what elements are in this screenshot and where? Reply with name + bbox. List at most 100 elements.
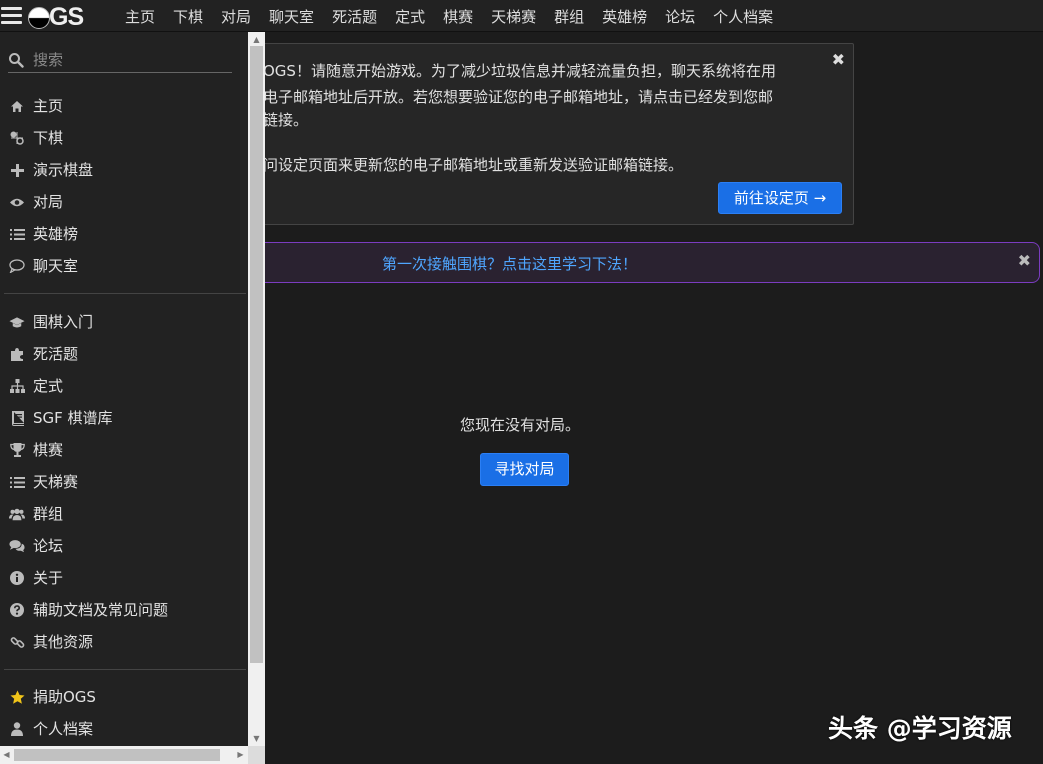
nav-link-puzzles[interactable]: 死活题: [332, 6, 377, 27]
sidebar-item-label: 其他资源: [33, 633, 94, 651]
learn-to-play-banner: 第一次接触围棋？点击这里学习下法！ ✖: [247, 242, 1040, 283]
question-icon: [9, 602, 25, 618]
comments-icon: [9, 538, 25, 554]
sidebar-item-label: 棋赛: [33, 441, 64, 459]
sidebar-item-label: 论坛: [33, 537, 64, 555]
eye-icon: [9, 194, 25, 210]
nav-links: 主页 下棋 对局 聊天室 死活题 定式 棋赛 天梯赛 群组 英雄榜 论坛 个人档…: [116, 0, 782, 32]
no-games-message: 您现在没有对局。: [460, 416, 581, 434]
announcement-line: 到OGS！请随意开始游戏。为了减少垃圾信息并减轻流量负担，聊天系统将在用: [248, 62, 776, 80]
sidebar-item-groups[interactable]: 群组: [0, 498, 248, 528]
sidebar-divider: [4, 293, 246, 294]
list-icon: [9, 226, 25, 242]
sidebar-item-about[interactable]: 关于: [0, 562, 248, 592]
search-icon: [9, 53, 24, 68]
graduation-cap-icon: [9, 314, 25, 330]
users-icon: [9, 506, 25, 522]
sidebar-item-learn-go[interactable]: 围棋入门: [0, 306, 248, 336]
nav-link-leaderboard[interactable]: 英雄榜: [602, 6, 647, 27]
plus-icon: [9, 162, 25, 178]
sidebar-item-label: 围棋入门: [33, 313, 94, 331]
sidebar-item-label: 对局: [33, 193, 64, 211]
scroll-right-arrow-icon[interactable]: ▶: [236, 750, 245, 759]
sidebar-item-label: 聊天室: [33, 257, 79, 275]
scroll-up-arrow-icon[interactable]: ▲: [252, 35, 261, 44]
email-verification-announcement: 到OGS！请随意开始游戏。为了减少垃圾信息并减轻流量负担，聊天系统将在用 证电子…: [247, 43, 854, 225]
nav-link-tournaments[interactable]: 棋赛: [443, 6, 473, 27]
sidebar-item-label: 群组: [33, 505, 64, 523]
announcement-line: 访问设定页面来更新您的电子邮箱地址或重新发送验证邮箱链接。: [248, 156, 684, 174]
find-game-button[interactable]: 寻找对局: [480, 453, 569, 486]
puzzle-icon: [9, 346, 25, 362]
sidebar-item-forums[interactable]: 论坛: [0, 530, 248, 560]
horizontal-scroll-thumb[interactable]: [14, 749, 220, 761]
go-to-settings-button[interactable]: 前往设定页 →: [718, 182, 842, 214]
sidebar-scroll-area: 主页 下棋 演示棋盘 对局 英雄榜 聊天室 围棋入门: [0, 32, 248, 746]
sidebar-item-label: 个人档案: [33, 720, 94, 738]
link-icon: [9, 634, 25, 650]
scrollbar-corner: [248, 746, 265, 764]
sidebar-item-label: 辅助文档及常见问题: [33, 601, 169, 619]
nav-link-profile[interactable]: 个人档案: [713, 6, 773, 27]
sidebar-item-puzzles[interactable]: 死活题: [0, 338, 248, 368]
nav-link-forums[interactable]: 论坛: [665, 6, 695, 27]
sidebar-item-label: 英雄榜: [33, 225, 79, 243]
sidebar-item-home[interactable]: 主页: [0, 90, 248, 120]
sidebar-item-docs-faq[interactable]: 辅助文档及常见问题: [0, 594, 248, 624]
ogs-logo[interactable]: GS: [28, 3, 84, 32]
sidebar-item-label: 关于: [33, 569, 64, 587]
nav-link-ladders[interactable]: 天梯赛: [491, 6, 536, 27]
info-icon: [9, 570, 25, 586]
scroll-left-arrow-icon[interactable]: ◀: [2, 750, 11, 759]
chat-bubble-icon: [9, 258, 25, 274]
sidebar-item-label: 天梯赛: [33, 473, 79, 491]
sidebar-item-label: 定式: [33, 377, 64, 395]
sidebar-item-joseki[interactable]: 定式: [0, 370, 248, 400]
sidebar-item-play[interactable]: 下棋: [0, 122, 248, 152]
announcement-close-icon[interactable]: ✖: [832, 50, 845, 69]
sidebar-item-ladders[interactable]: 天梯赛: [0, 466, 248, 496]
hamburger-menu-icon[interactable]: [1, 7, 22, 25]
sidebar-item-other-resources[interactable]: 其他资源: [0, 626, 248, 656]
nav-link-home[interactable]: 主页: [125, 6, 155, 27]
sidebar-item-chat[interactable]: 聊天室: [0, 250, 248, 280]
sidebar-search: [8, 49, 232, 73]
sidebar-item-games[interactable]: 对局: [0, 186, 248, 216]
sidebar-divider: [4, 669, 246, 670]
user-icon: [9, 721, 25, 737]
sidebar-item-leaderboard[interactable]: 英雄榜: [0, 218, 248, 248]
sidebar-item-label: 演示棋盘: [33, 161, 94, 179]
sidebar-item-label: 下棋: [33, 129, 64, 147]
play-stones-icon: [9, 130, 25, 146]
sidebar-item-demo-board[interactable]: 演示棋盘: [0, 154, 248, 184]
learn-to-play-link[interactable]: 第一次接触围棋？点击这里学习下法！: [382, 253, 637, 274]
vertical-scroll-thumb[interactable]: [250, 46, 263, 663]
logo-go-stone-icon: [28, 6, 50, 29]
nav-link-joseki[interactable]: 定式: [395, 6, 425, 27]
announcement-line: 活链接。: [248, 111, 309, 129]
sidebar-item-profile[interactable]: 个人档案: [0, 713, 248, 743]
logo-text: GS: [49, 3, 84, 31]
search-input[interactable]: [33, 49, 228, 71]
scroll-down-arrow-icon[interactable]: ▼: [252, 734, 261, 743]
sidebar-item-donate[interactable]: 捐助OGS: [0, 681, 248, 711]
trophy-icon: [9, 442, 25, 458]
sidebar-item-sgf-library[interactable]: SGF 棋谱库: [0, 402, 248, 432]
sidebar-vertical-scrollbar[interactable]: ▲ ▼: [248, 32, 265, 746]
announcement-line: 证电子邮箱地址后开放。若您想要验证您的电子邮箱地址，请点击已经发到您邮: [248, 88, 774, 106]
banner-close-icon[interactable]: ✖: [1018, 251, 1031, 270]
sidebar-horizontal-scrollbar[interactable]: ◀ ▶: [0, 746, 248, 764]
top-navbar: GS 主页 下棋 对局 聊天室 死活题 定式 棋赛 天梯赛 群组 英雄榜 论坛 …: [0, 0, 1043, 32]
home-icon: [9, 98, 25, 114]
sidebar-item-label: SGF 棋谱库: [33, 409, 113, 427]
sidebar-item-label: 捐助OGS: [33, 688, 96, 706]
star-icon: [9, 689, 25, 705]
sidebar-item-label: 主页: [33, 97, 64, 115]
nav-link-games[interactable]: 对局: [221, 6, 251, 27]
nav-link-groups[interactable]: 群组: [554, 6, 584, 27]
list-icon: [9, 474, 25, 490]
book-icon: [9, 410, 25, 426]
sidebar-item-tournaments[interactable]: 棋赛: [0, 434, 248, 464]
nav-link-play[interactable]: 下棋: [173, 6, 203, 27]
nav-link-chat[interactable]: 聊天室: [269, 6, 314, 27]
